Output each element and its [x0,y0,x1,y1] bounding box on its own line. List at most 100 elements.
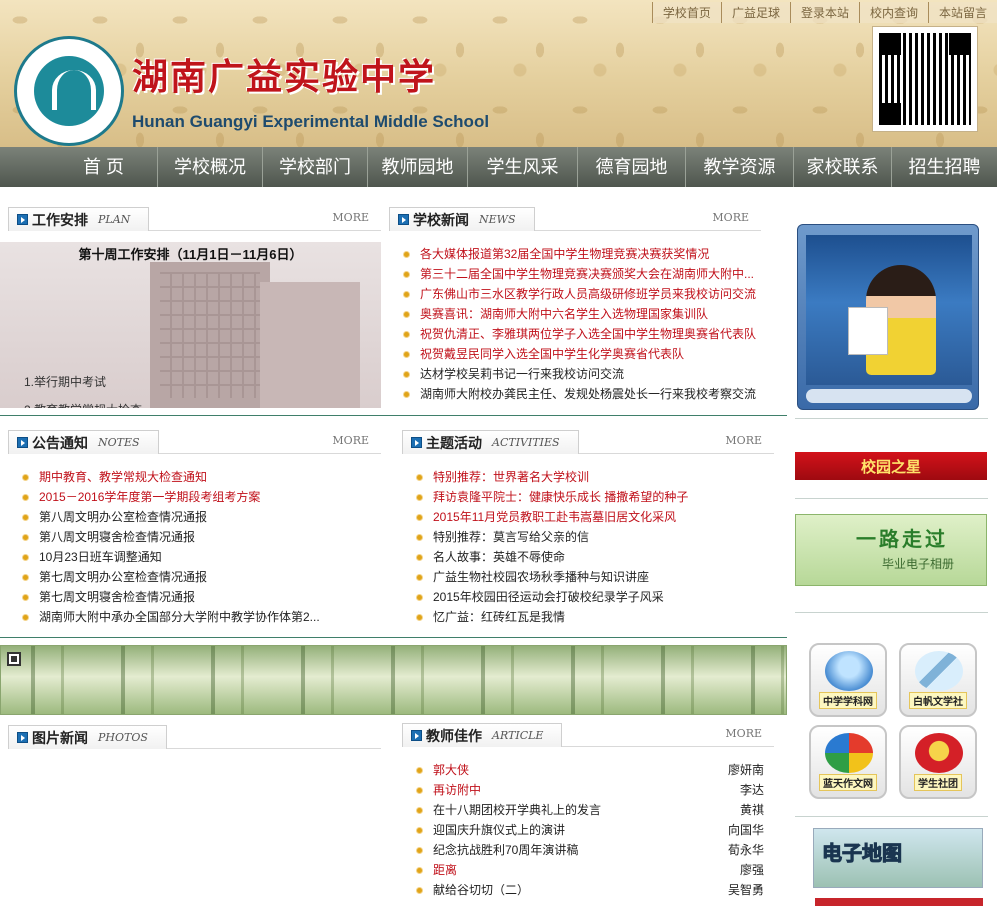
list-item-link[interactable]: 第七周文明寝舍检查情况通报 [39,590,195,604]
list-item-link[interactable]: 祝贺仇清正、李雅琪两位学子入选全国中学生物理奥赛省代表队 [420,327,756,341]
nav-about[interactable]: 学校概况 [158,147,263,187]
qr-code-icon [879,33,971,125]
list-item-link[interactable]: 各大媒体报道第32届全国中学生物理竞赛决赛获奖情况 [420,247,709,261]
list-item[interactable]: 忆广益：红砖红瓦是我情 [411,607,771,627]
tile-student-clubs[interactable]: 学生社团 [899,725,977,799]
list-item-link[interactable]: 期中教育、教学常规大检查通知 [39,470,207,484]
nav-resources[interactable]: 教学资源 [686,147,794,187]
list-item-link[interactable]: 第三十二届全国中学生物理竞赛决赛颁奖大会在湖南师大附中... [420,267,754,281]
list-item[interactable]: 2015年11月党员教职工赴韦嵩墓旧居文化采风 [411,507,771,527]
list-item-link[interactable]: 在十八期团校开学典礼上的发言 [433,803,601,817]
list-item-link[interactable]: 广东佛山市三水区教学行政人员高级研修班学员来我校访问交流 [420,287,756,301]
tile-literature-club[interactable]: 白帆文学社 [899,643,977,717]
list-item-link[interactable]: 忆广益：红砖红瓦是我情 [433,610,565,624]
activities-more-link[interactable]: MORE [725,434,762,447]
list-item-link[interactable]: 2015年校园田径运动会打破校纪录学子风采 [433,590,664,604]
list-item-link[interactable]: 2015年11月党员教职工赴韦嵩墓旧居文化采风 [433,510,676,524]
list-item[interactable]: 第三十二届全国中学生物理竞赛决赛颁奖大会在湖南师大附中... [398,264,778,284]
list-item[interactable]: 湖南师大附校办龚民主任、发规处杨震处长一行来我校考察交流 [398,384,778,404]
list-item-link[interactable]: 达材学校吴莉书记一行来我校访问交流 [420,367,624,381]
list-item-link[interactable]: 距离 [433,863,457,877]
articles-more-link[interactable]: MORE [725,727,762,740]
top-link-football[interactable]: 广益足球 [720,2,790,23]
list-item-link[interactable]: 献给谷切切（二） [433,883,529,897]
list-item[interactable]: 再访附中 李达 [411,780,764,800]
list-item[interactable]: 祝贺戴昱民同学入选全国中学生化学奥赛省代表队 [398,344,778,364]
list-item[interactable]: 广益生物社校园农场秋季播种与知识讲座 [411,567,771,587]
list-item[interactable]: 在十八期团校开学典礼上的发言 黄祺 [411,800,764,820]
list-item[interactable]: 10月23日班车调整通知 [17,547,377,567]
campus-map-banner[interactable]: 电子地图 [813,828,983,888]
work-item: 1.举行期中考试 [24,375,107,389]
top-link-login[interactable]: 登录本站 [789,2,859,23]
list-item[interactable]: 第七周文明办公室检查情况通报 [17,567,377,587]
list-item[interactable]: 第七周文明寝舍检查情况通报 [17,587,377,607]
video-player[interactable] [797,224,979,410]
top-link-query[interactable]: 校内查询 [858,2,928,23]
tile-subject-net[interactable]: 中学学科网 [809,643,887,717]
list-item[interactable]: 郭大侠 廖妍南 [411,760,764,780]
list-item-link[interactable]: 第八周文明寝舍检查情况通报 [39,530,195,544]
nav-home-school[interactable]: 家校联系 [794,147,892,187]
articles-section-title: 教师佳作 [426,727,482,744]
list-item[interactable]: 拜访袁隆平院士：健康快乐成长 播撒希望的种子 [411,487,771,507]
section-arrow-icon [17,437,28,448]
list-item-link[interactable]: 纪念抗战胜利70周年演讲稿 [433,843,578,857]
section-arrow-icon [411,437,422,448]
list-item-link[interactable]: 广益生物社校园农场秋季播种与知识讲座 [433,570,649,584]
list-item-link[interactable]: 湖南师大附校办龚民主任、发规处杨震处长一行来我校考察交流 [420,387,756,401]
list-item[interactable]: 祝贺仇清正、李雅琪两位学子入选全国中学生物理奥赛省代表队 [398,324,778,344]
list-item-link[interactable]: 名人故事：英雄不辱使命 [433,550,565,564]
list-item[interactable]: 广东佛山市三水区教学行政人员高级研修班学员来我校访问交流 [398,284,778,304]
list-item-link[interactable]: 特别推荐：莫言写给父亲的信 [433,530,589,544]
list-item[interactable]: 2015－2016学年度第一学期段考组考方案 [17,487,377,507]
list-item-link[interactable]: 第七周文明办公室检查情况通报 [39,570,207,584]
list-item[interactable]: 2015年校园田径运动会打破校纪录学子风采 [411,587,771,607]
list-item-link[interactable]: 特别推荐：世界著名大学校训 [433,470,589,484]
list-item[interactable]: 特别推荐：莫言写给父亲的信 [411,527,771,547]
list-item[interactable]: 第八周文明寝舍检查情况通报 [17,527,377,547]
campus-star-banner[interactable]: 校园之星 [795,452,987,480]
list-item-link[interactable]: 祝贺戴昱民同学入选全国中学生化学奥赛省代表队 [420,347,684,361]
news-section-header: 学校新闻 NEWS MORE [389,207,761,231]
list-item-link[interactable]: 2015－2016学年度第一学期段考组考方案 [39,490,260,504]
list-item-link[interactable]: 奥赛喜讯：湖南师大附中六名学生入选物理国家集训队 [420,307,708,321]
list-item[interactable]: 第八周文明办公室检查情况通报 [17,507,377,527]
nav-departments[interactable]: 学校部门 [263,147,368,187]
notices-more-link[interactable]: MORE [332,434,369,447]
list-item[interactable]: 各大媒体报道第32届全国中学生物理竞赛决赛获奖情况 [398,244,778,264]
list-item[interactable]: 湖南师大附中承办全国部分大学附中教学协作体第2... [17,607,377,627]
list-item-link[interactable]: 再访附中 [433,783,481,797]
news-section-tab: 学校新闻 NEWS [389,207,535,231]
top-link-home[interactable]: 学校首页 [651,2,721,23]
list-item[interactable]: 名人故事：英雄不辱使命 [411,547,771,567]
list-item-link[interactable]: 拜访袁隆平院士：健康快乐成长 播撒希望的种子 [433,490,688,504]
work-more-link[interactable]: MORE [332,211,369,224]
nav-teachers[interactable]: 教师园地 [368,147,468,187]
list-item-link[interactable]: 迎国庆升旗仪式上的演讲 [433,823,565,837]
tile-composition-net[interactable]: 蓝天作文网 [809,725,887,799]
work-section-header: 工作安排 PLAN MORE [8,207,381,231]
nav-home[interactable]: 首 页 [0,147,158,187]
graduation-album-banner[interactable]: 一路走过 毕业电子相册 [795,514,987,586]
list-item-link[interactable]: 第八周文明办公室检查情况通报 [39,510,207,524]
school-logo[interactable] [14,36,124,146]
news-more-link[interactable]: MORE [712,211,749,224]
nav-moral[interactable]: 德育园地 [578,147,686,187]
list-item[interactable]: 纪念抗战胜利70周年演讲稿 荀永华 [411,840,764,860]
list-item-link[interactable]: 10月23日班车调整通知 [39,550,162,564]
list-item[interactable]: 距离 廖强 [411,860,764,880]
top-link-guestbook[interactable]: 本站留言 [927,2,997,23]
list-item[interactable]: 迎国庆升旗仪式上的演讲 向国华 [411,820,764,840]
list-item[interactable]: 期中教育、教学常规大检查通知 [17,467,377,487]
list-item-link[interactable]: 湖南师大附中承办全国部分大学附中教学协作体第2... [39,610,320,624]
nav-recruitment[interactable]: 招生招聘 [892,147,997,187]
list-item[interactable]: 特别推荐：世界著名大学校训 [411,467,771,487]
list-item-link[interactable]: 郭大侠 [433,763,469,777]
list-item[interactable]: 达材学校吴莉书记一行来我校访问交流 [398,364,778,384]
list-item[interactable]: 献给谷切切（二） 吴智勇 [411,880,764,900]
nav-students[interactable]: 学生风采 [468,147,578,187]
list-item[interactable]: 奥赛喜讯：湖南师大附中六名学生入选物理国家集训队 [398,304,778,324]
video-controls[interactable] [806,389,972,403]
work-item: 2.教育教学常规大检查 [24,396,142,408]
